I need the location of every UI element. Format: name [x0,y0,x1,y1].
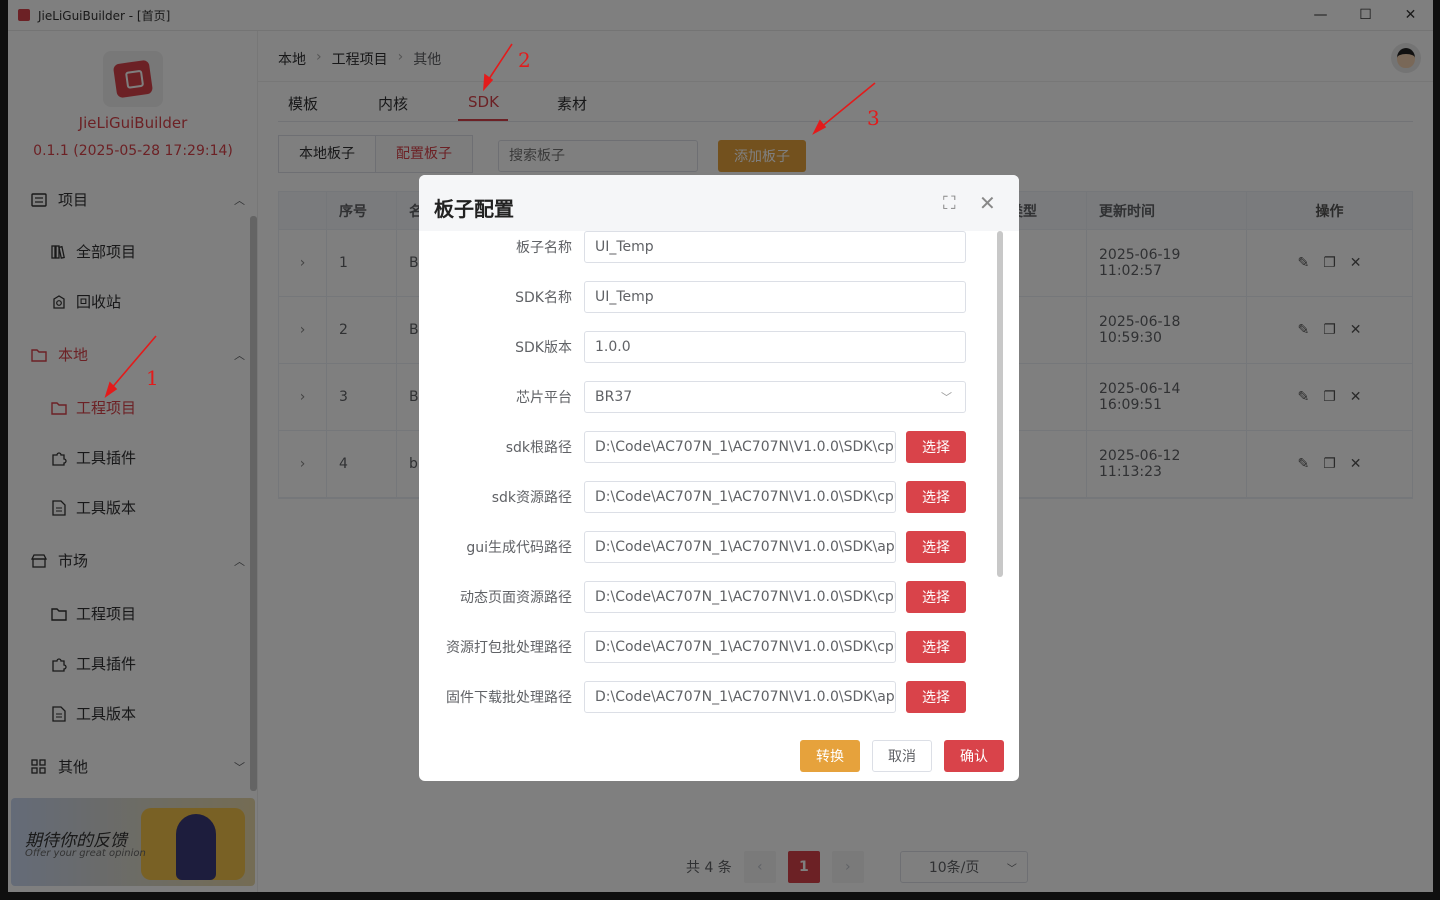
annotation-arrow-2 [486,43,513,83]
annotation-arrows [104,43,876,398]
annotation-label-2: 2 [518,48,531,72]
annotation-label-1: 1 [146,366,159,390]
annotation-label-3: 3 [867,106,880,130]
annotation-arrowhead-3 [812,119,827,135]
